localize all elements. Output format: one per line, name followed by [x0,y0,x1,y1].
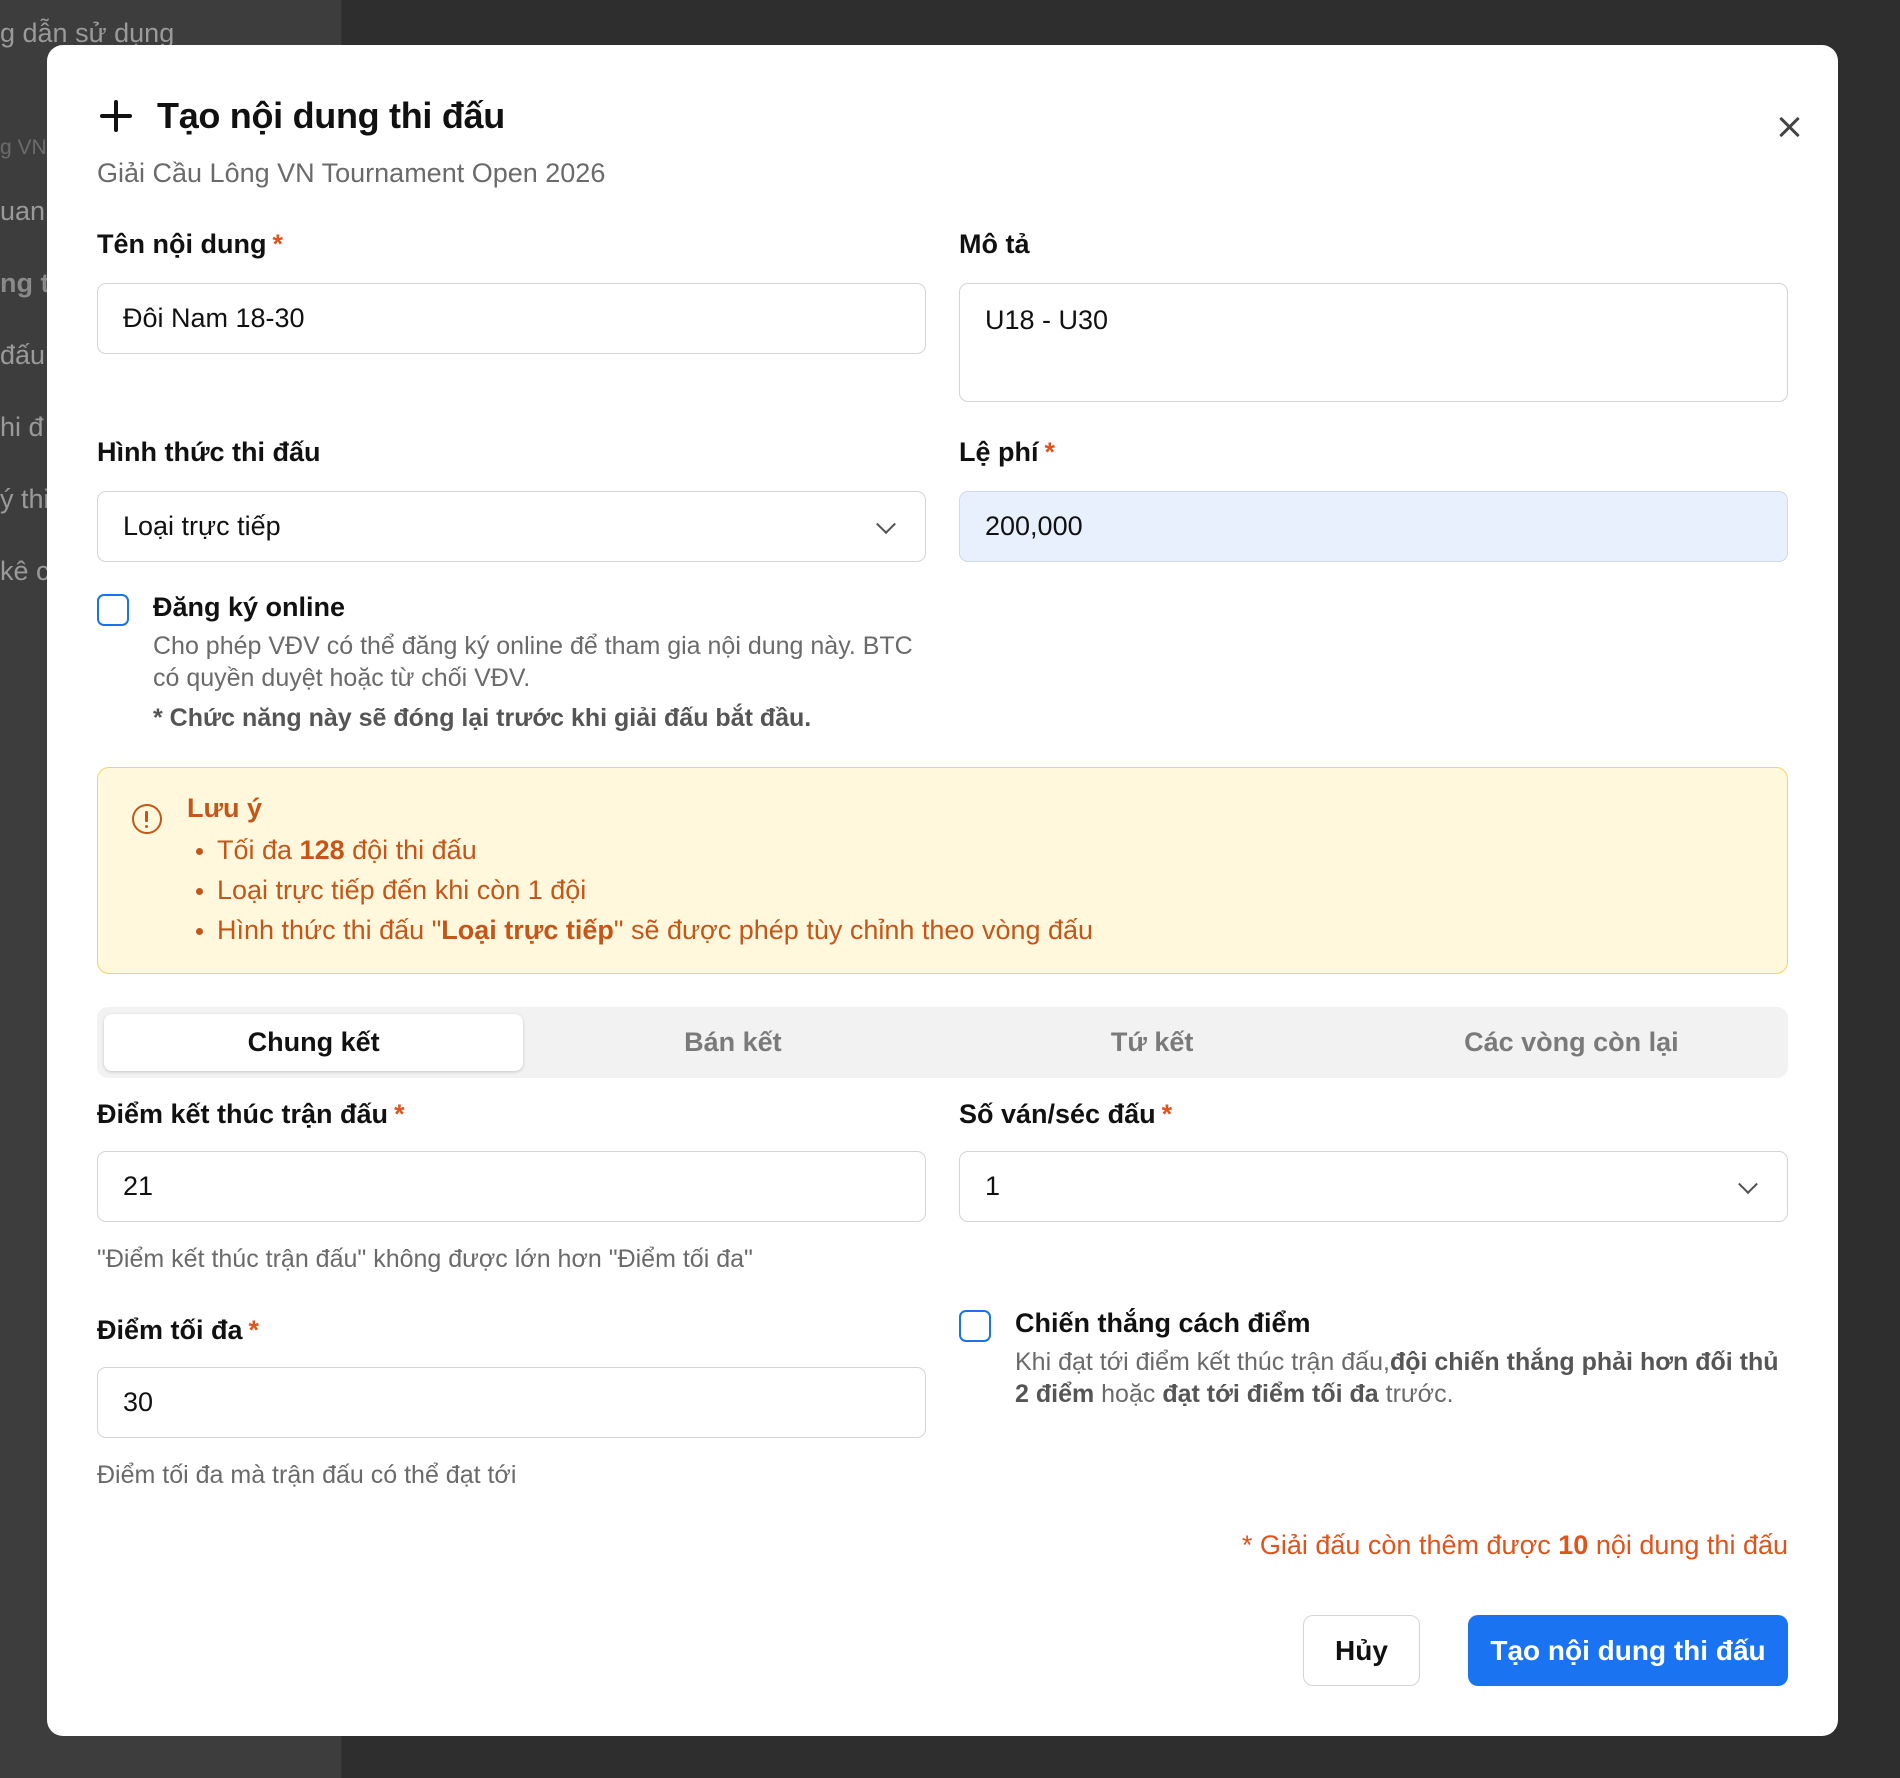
format-select[interactable]: Loại trực tiếp [97,491,926,562]
notice-item: Hình thức thi đấu "Loại trực tiếp" sẽ đư… [187,910,1093,950]
required-mark: * [1044,437,1056,467]
max-score-value: 30 [123,1387,154,1417]
end-score-value: 21 [123,1171,154,1201]
end-score-label: Điểm kết thúc trận đấu * [97,1099,405,1129]
max-score-label: Điểm tối đa * [97,1315,260,1345]
notice-title: Lưu ý [187,793,263,823]
fee-input-value: 200,000 [985,511,1083,541]
bg-sidebar-item: kê c [0,556,50,586]
end-score-input[interactable]: 21 [97,1151,926,1222]
required-mark: * [1161,1099,1173,1129]
online-registration-checkbox[interactable] [97,594,129,626]
bg-sidebar-item: hi đ [0,412,44,442]
modal-title: Tạo nội dung thi đấu [157,95,505,136]
bg-sidebar-item: đấu [0,340,46,370]
tab-semifinal[interactable]: Bán kết [523,1014,942,1071]
bg-sidebar-item: uan [0,196,46,226]
games-label: Số ván/séc đấu * [959,1099,1173,1129]
format-select-value: Loại trực tiếp [123,511,281,541]
description-value: U18 - U30 [985,305,1109,335]
online-registration-label: Đăng ký online [153,592,346,622]
win-by-checkbox[interactable] [959,1310,991,1342]
bg-sidebar-item: g VN [0,136,47,159]
chevron-down-icon [876,513,896,534]
max-score-helper: Điểm tối đa mà trận đấu có thể đạt tới [97,1461,517,1489]
games-select[interactable]: 1 [959,1151,1788,1222]
win-by-description: Khi đạt tới điểm kết thúc trận đấu,đội c… [1015,1348,1779,1408]
notice-box: Lưu ý Tối đa 128 đội thi đấu Loại trực t… [97,767,1788,974]
name-input-value: Đôi Nam 18-30 [123,303,305,333]
required-mark: * [248,1315,260,1345]
notice-list: Tối đa 128 đội thi đấu Loại trực tiếp đế… [187,830,1093,950]
tab-quarterfinal[interactable]: Tứ kết [943,1014,1362,1071]
fee-label: Lệ phí * [959,437,1056,467]
cancel-button[interactable]: Hủy [1303,1615,1420,1686]
modal-subtitle: Giải Cầu Lông VN Tournament Open 2026 [97,158,606,188]
online-registration-description: Cho phép VĐV có thể đăng ký online để th… [153,632,913,692]
alert-circle-icon [132,804,162,834]
end-score-helper: "Điểm kết thúc trận đấu" không được lớn … [97,1245,753,1273]
bg-sidebar-item: ý thi [0,484,50,514]
fee-input[interactable]: 200,000 [959,491,1788,562]
name-input[interactable]: Đôi Nam 18-30 [97,283,926,354]
online-registration-note: * Chức năng này sẽ đóng lại trước khi gi… [153,704,812,732]
games-select-value: 1 [985,1171,1001,1201]
required-mark: * [394,1099,405,1129]
chevron-down-icon [1738,1173,1758,1194]
max-score-input[interactable]: 30 [97,1367,926,1438]
description-textarea[interactable]: U18 - U30 [959,283,1788,402]
format-label: Hình thức thi đấu [97,437,321,467]
name-label: Tên nội dung * [97,229,283,259]
required-mark: * [272,229,283,259]
close-icon[interactable] [1772,110,1806,144]
create-event-button[interactable]: Tạo nội dung thi đấu [1468,1615,1788,1686]
modal-header: Tạo nội dung thi đấu [97,95,505,137]
tab-final[interactable]: Chung kết [104,1014,524,1071]
tab-other-rounds[interactable]: Các vòng còn lại [1362,1014,1781,1071]
remaining-events-note: * Giải đấu còn thêm được 10 nội dung thi… [1241,1530,1788,1560]
notice-item: Loại trực tiếp đến khi còn 1 đội [187,870,1093,910]
notice-item: Tối đa 128 đội thi đấu [187,830,1093,870]
plus-icon [97,97,135,135]
round-tabs: Chung kết Bán kết Tứ kết Các vòng còn lạ… [97,1007,1788,1078]
description-label: Mô tả [959,229,1030,259]
win-by-label: Chiến thắng cách điểm [1015,1308,1311,1338]
